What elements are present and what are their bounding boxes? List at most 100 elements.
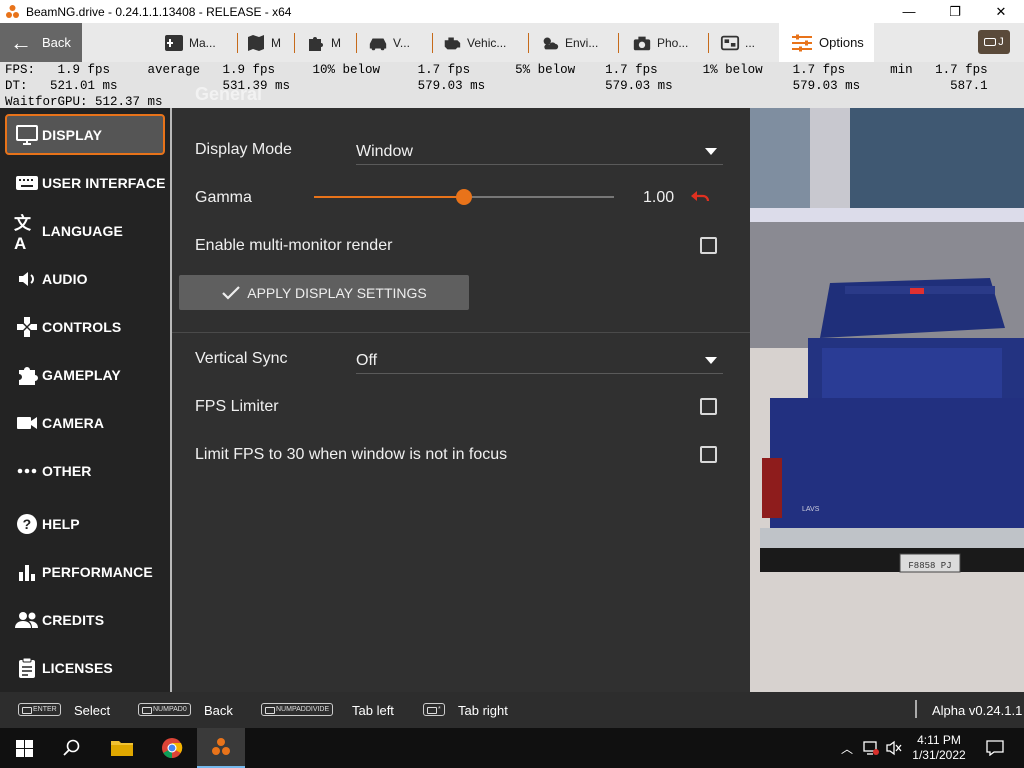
sidebar-item-help[interactable]: ? HELP [0,500,170,548]
back-label: Back [42,35,71,50]
check-icon [222,285,241,300]
keyboard-icon [984,38,997,46]
tray-network[interactable] [861,728,881,768]
taskbar-beamng[interactable] [197,728,245,768]
hint-bar-separator [915,700,917,718]
vsync-label: Vertical Sync [195,350,288,367]
people-icon [14,607,40,633]
help-icon: ? [14,511,40,537]
clock-date: 1/31/2022 [912,748,966,762]
start-button[interactable] [0,728,48,768]
tab-left-hint-label: Tab left [352,703,394,718]
volume-muted-icon [886,740,902,756]
tab-options[interactable]: Options [779,23,874,62]
revert-gamma-button[interactable] [689,188,711,213]
photo-gallery-icon [720,33,740,53]
action-center-button[interactable] [980,728,1010,768]
numpaddivide-key-hint: NUMPADDIVIDE [261,703,334,716]
sidebar-item-licenses[interactable]: LICENSES [0,644,170,692]
tab-environment[interactable]: Envi... [540,23,610,62]
sidebar-item-audio[interactable]: AUDIO [0,255,170,303]
clock-time: 4:11 PM [917,733,961,747]
limit-fps-unfocused-label: Limit FPS to 30 when window is not in fo… [195,446,508,463]
sidebar-item-credits[interactable]: CREDITS [0,596,170,644]
window-title: BeamNG.drive - 0.24.1.1.13408 - RELEASE … [26,4,292,19]
beamng-icon [212,738,230,755]
multi-monitor-checkbox[interactable] [700,237,717,254]
select-hint-label: Select [74,703,111,718]
tab-options-label: Options [819,35,864,50]
puzzle-icon [14,362,40,388]
map-icon [246,33,266,53]
vsync-select[interactable]: Off [356,348,723,374]
close-button[interactable]: ✕ [978,0,1024,23]
fps-limiter-label: FPS Limiter [195,398,279,415]
fps-line: FPS: 1.9 fps average 1.9 fps 10% below 1… [5,63,988,77]
tab-vehicles[interactable]: V... [368,23,428,62]
folder-icon [111,741,133,756]
back-hint-label: Back [204,703,233,718]
tab-right-hint-label: Tab right [458,703,508,718]
chevron-down-icon [705,357,717,364]
tab-map[interactable]: M [246,23,286,62]
maximize-button[interactable]: ❐ [932,0,978,23]
waitforgpu-line: WaitforGPU: 512.37 ms [5,95,163,108]
multi-monitor-label: Enable multi-monitor render [195,237,393,254]
display-mode-label: Display Mode [195,141,292,158]
chrome-icon [162,738,183,759]
gamepad-icon [14,314,40,340]
tab-mods[interactable]: M [306,23,346,62]
more-icon [14,458,40,484]
display-mode-select[interactable]: Window [356,139,723,165]
sidebar-item-performance[interactable]: PERFORMANCE [0,548,170,596]
numpad0-key-hint: NUMPAD0 [138,703,191,716]
camera-icon [632,33,652,53]
apply-display-settings-button[interactable]: APPLY DISPLAY SETTINGS [179,275,469,310]
asterisk-key-hint: * [423,703,445,716]
gamma-slider-fill [314,196,464,198]
gamma-slider-handle[interactable] [456,189,472,205]
chevron-down-icon [705,148,717,155]
speaker-icon [14,266,40,292]
engine-icon [442,33,462,53]
minimize-button[interactable]: — [886,0,932,23]
sidebar-item-gameplay[interactable]: GAMEPLAY [0,351,170,399]
taskbar-chrome[interactable] [148,728,196,768]
menu-toggle-button[interactable]: J [978,30,1010,54]
sidebar-item-camera[interactable]: CAMERA [0,399,170,447]
sidebar-item-language[interactable]: 文A LANGUAGE [0,207,170,255]
limit-fps-unfocused-checkbox[interactable] [700,446,717,463]
sidebar-item-other[interactable]: OTHER [0,447,170,495]
windows-logo-icon [15,739,33,757]
monitor-icon [14,122,40,148]
tray-chevron[interactable]: ︿ [838,728,856,768]
sidebar-item-display[interactable]: DISPLAY [5,114,165,155]
search-icon [63,739,80,756]
taskbar-clock[interactable]: 4:11 PM 1/31/2022 [906,733,972,763]
tray-volume[interactable] [884,728,904,768]
sidebar-item-controls[interactable]: CONTROLS [0,303,170,351]
taskbar-file-explorer[interactable] [98,728,146,768]
arrow-left-icon: ← [10,29,32,55]
svg-text:?: ? [23,516,32,532]
window-titlebar: BeamNG.drive - 0.24.1.1.13408 - RELEASE … [0,0,1024,23]
keyboard-icon [14,170,40,196]
section-divider [172,332,750,333]
translate-icon: 文A [14,213,32,253]
scene-render: F8858 PJ LAVS [750,108,1024,692]
taskbar-search-button[interactable] [48,728,96,768]
fps-stats-overlay: FPS: 1.9 fps average 1.9 fps 10% below 1… [0,62,1024,108]
tab-vehicle-config[interactable]: Vehic... [442,23,522,62]
game-scene: F8858 PJ LAVS [750,108,1024,692]
tab-photo-mode[interactable]: Pho... [632,23,702,62]
beamng-app-icon [6,4,19,18]
car-icon [368,33,388,53]
tab-gallery[interactable]: ... [720,23,770,62]
tab-mission[interactable]: Ma... [164,23,234,62]
sidebar-item-user-interface[interactable]: USER INTERFACE [0,159,170,207]
fps-limiter-checkbox[interactable] [700,398,717,415]
license-plate: F8858 PJ [908,561,951,571]
license-icon [14,655,40,681]
back-button[interactable]: ← Back [0,23,82,62]
bar-chart-icon [14,559,40,585]
